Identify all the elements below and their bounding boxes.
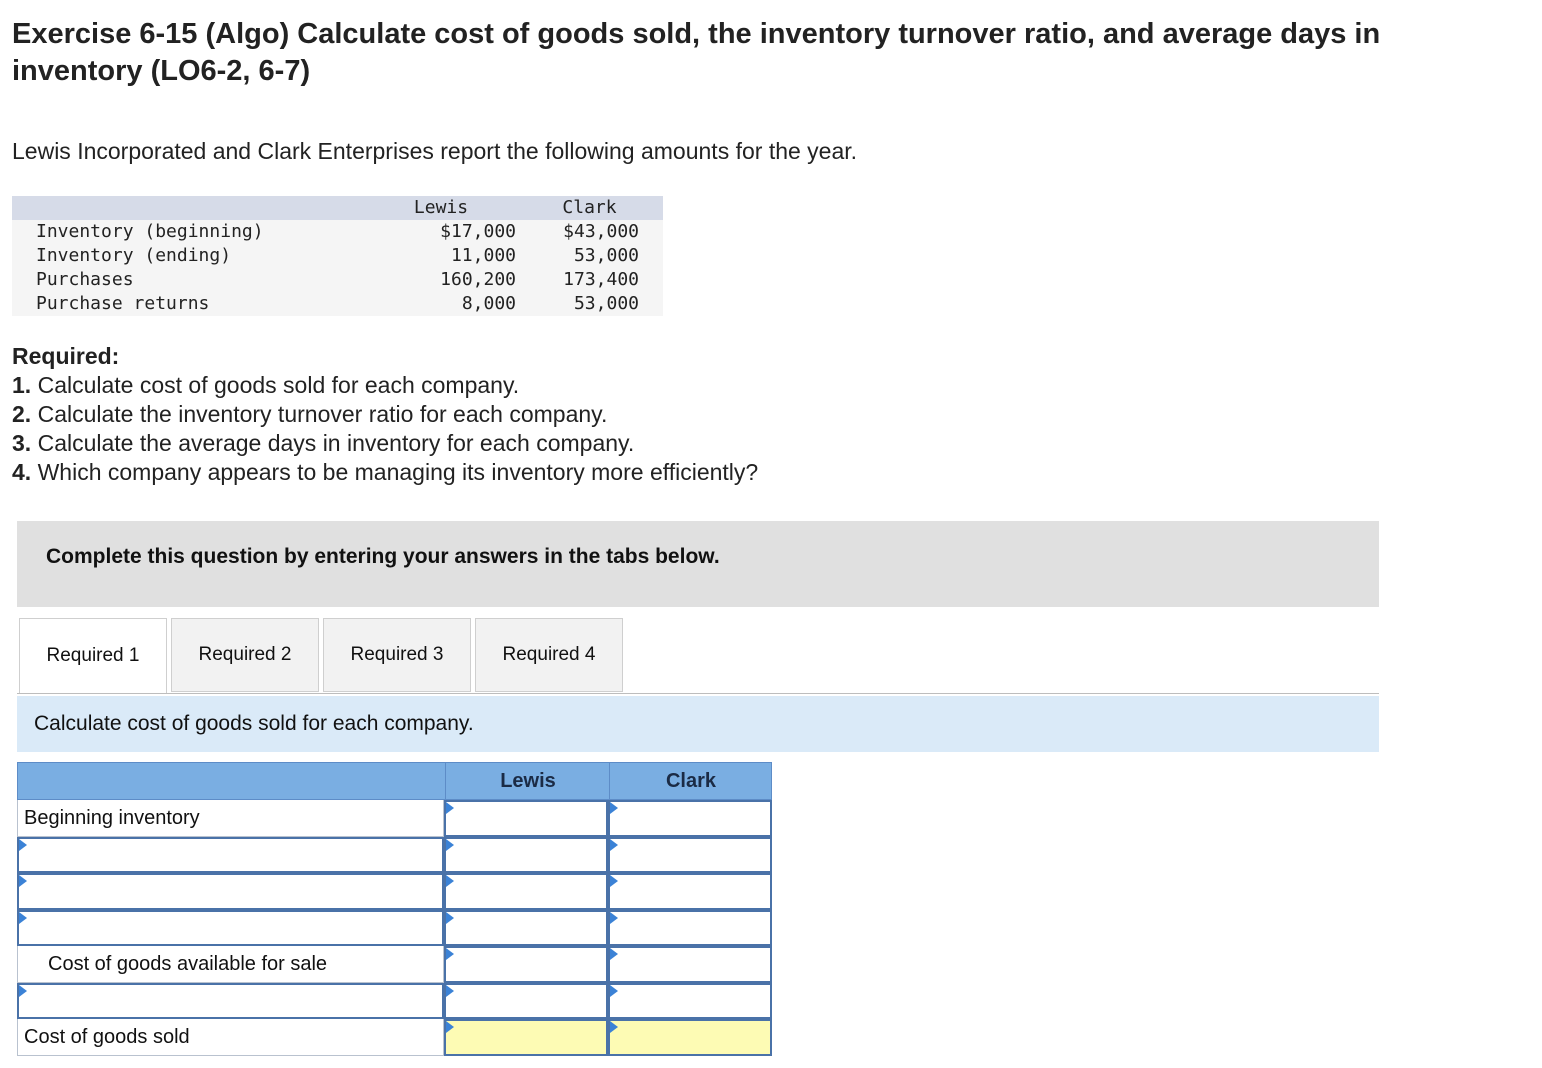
given-row-clark: $43,000 [516, 220, 663, 244]
given-row-label: Inventory (beginning) [12, 220, 366, 244]
required-item: 1. Calculate cost of goods sold for each… [12, 372, 520, 398]
clark-value-field[interactable] [616, 914, 768, 943]
given-row-clark: 53,000 [516, 292, 663, 316]
given-row-label: Purchase returns [12, 292, 366, 316]
cogs-row-cost-of-goods-sold: Cost of goods sold [17, 1019, 772, 1056]
cogs-row-input [17, 982, 772, 1019]
lewis-goods-available-field[interactable] [452, 951, 604, 979]
cogs-table-header: Lewis Clark [17, 762, 772, 800]
tab-required-3[interactable]: Required 3 [323, 618, 471, 692]
tab-divider [17, 693, 1379, 694]
lewis-value-input[interactable] [444, 909, 608, 946]
tab-description-text: Calculate cost of goods sold for each co… [34, 712, 474, 735]
required-section: Required: 1. Calculate cost of goods sol… [12, 342, 758, 487]
lewis-cogs-input[interactable] [444, 1019, 608, 1056]
given-col-clark: Clark [516, 196, 663, 220]
given-row-clark: 173,400 [516, 268, 663, 292]
required-heading: Required: [12, 343, 120, 369]
tab-description: Calculate cost of goods sold for each co… [17, 696, 1379, 752]
given-data-header: Lewis Clark [12, 196, 663, 220]
clark-value-input[interactable] [608, 909, 772, 946]
given-row-lewis: 8,000 [366, 292, 516, 316]
lewis-beginning-inventory-input[interactable] [444, 800, 608, 837]
required-item: 4. Which company appears to be managing … [12, 459, 759, 485]
given-row-lewis: 160,200 [366, 268, 516, 292]
cogs-table: Lewis Clark Beginning inventory Cost of … [17, 762, 772, 1056]
cogs-row-goods-available: Cost of goods available for sale [17, 946, 772, 983]
given-row-lewis: 11,000 [366, 244, 516, 268]
given-col-lewis: Lewis [366, 196, 516, 220]
row-label: Cost of goods available for sale [48, 953, 328, 975]
required-item: 2. Calculate the inventory turnover rati… [12, 401, 608, 427]
clark-cogs-input[interactable] [608, 1019, 772, 1056]
clark-value-field[interactable] [616, 841, 768, 870]
given-row-label: Purchases [12, 268, 366, 292]
clark-value-input[interactable] [608, 982, 772, 1019]
row-label-field[interactable] [25, 914, 440, 943]
lewis-value-field[interactable] [452, 841, 604, 870]
given-data-row: Purchases 160,200 173,400 [12, 268, 663, 292]
lewis-value-input[interactable] [444, 982, 608, 1019]
lewis-value-input[interactable] [444, 873, 608, 910]
cogs-row-input [17, 836, 772, 873]
given-row-label: Inventory (ending) [12, 244, 366, 268]
row-label-dropdown[interactable] [17, 836, 444, 873]
lewis-value-field[interactable] [452, 878, 604, 906]
instruction-text: Complete this question by entering your … [46, 545, 720, 568]
given-row-clark: 53,000 [516, 244, 663, 268]
lewis-cogs-field[interactable] [452, 1024, 604, 1052]
given-data-row: Inventory (beginning) $17,000 $43,000 [12, 220, 663, 244]
lewis-beginning-inventory-field[interactable] [452, 805, 604, 833]
row-label-dropdown[interactable] [17, 873, 444, 910]
clark-value-field[interactable] [616, 878, 768, 906]
row-label: Beginning inventory [24, 807, 200, 829]
row-label-field[interactable] [25, 987, 440, 1016]
tab-required-4[interactable]: Required 4 [475, 618, 623, 692]
clark-beginning-inventory-field[interactable] [616, 805, 768, 833]
lewis-value-field[interactable] [452, 987, 604, 1016]
row-label-dropdown[interactable] [17, 909, 444, 946]
row-label-field[interactable] [25, 878, 440, 906]
clark-beginning-inventory-input[interactable] [608, 800, 772, 837]
clark-value-field[interactable] [616, 987, 768, 1016]
clark-cogs-field[interactable] [616, 1024, 768, 1052]
required-item: 3. Calculate the average days in invento… [12, 430, 635, 456]
given-row-lewis: $17,000 [366, 220, 516, 244]
tab-required-2[interactable]: Required 2 [171, 618, 319, 692]
lewis-goods-available-input[interactable] [444, 946, 608, 983]
given-data-table: Lewis Clark Inventory (beginning) $17,00… [12, 196, 663, 316]
row-label-field[interactable] [25, 841, 440, 870]
row-label-dropdown[interactable] [17, 982, 444, 1019]
row-label: Cost of goods sold [24, 1026, 190, 1048]
tab-required-1[interactable]: Required 1 [19, 618, 167, 694]
clark-goods-available-input[interactable] [608, 946, 772, 983]
cogs-col-clark: Clark [609, 763, 772, 799]
lewis-value-field[interactable] [452, 914, 604, 943]
cogs-col-lewis: Lewis [445, 763, 610, 799]
given-data-row: Purchase returns 8,000 53,000 [12, 292, 663, 316]
cogs-row-input [17, 873, 772, 910]
intro-text: Lewis Incorporated and Clark Enterprises… [12, 138, 858, 164]
given-data-row: Inventory (ending) 11,000 53,000 [12, 244, 663, 268]
clark-value-input[interactable] [608, 836, 772, 873]
clark-goods-available-field[interactable] [616, 951, 768, 979]
cogs-row-input [17, 909, 772, 946]
clark-value-input[interactable] [608, 873, 772, 910]
instruction-banner: Complete this question by entering your … [17, 521, 1379, 607]
cogs-row-beginning-inventory: Beginning inventory [17, 800, 772, 837]
exercise-title: Exercise 6-15 (Algo) Calculate cost of g… [12, 18, 1381, 87]
lewis-value-input[interactable] [444, 836, 608, 873]
